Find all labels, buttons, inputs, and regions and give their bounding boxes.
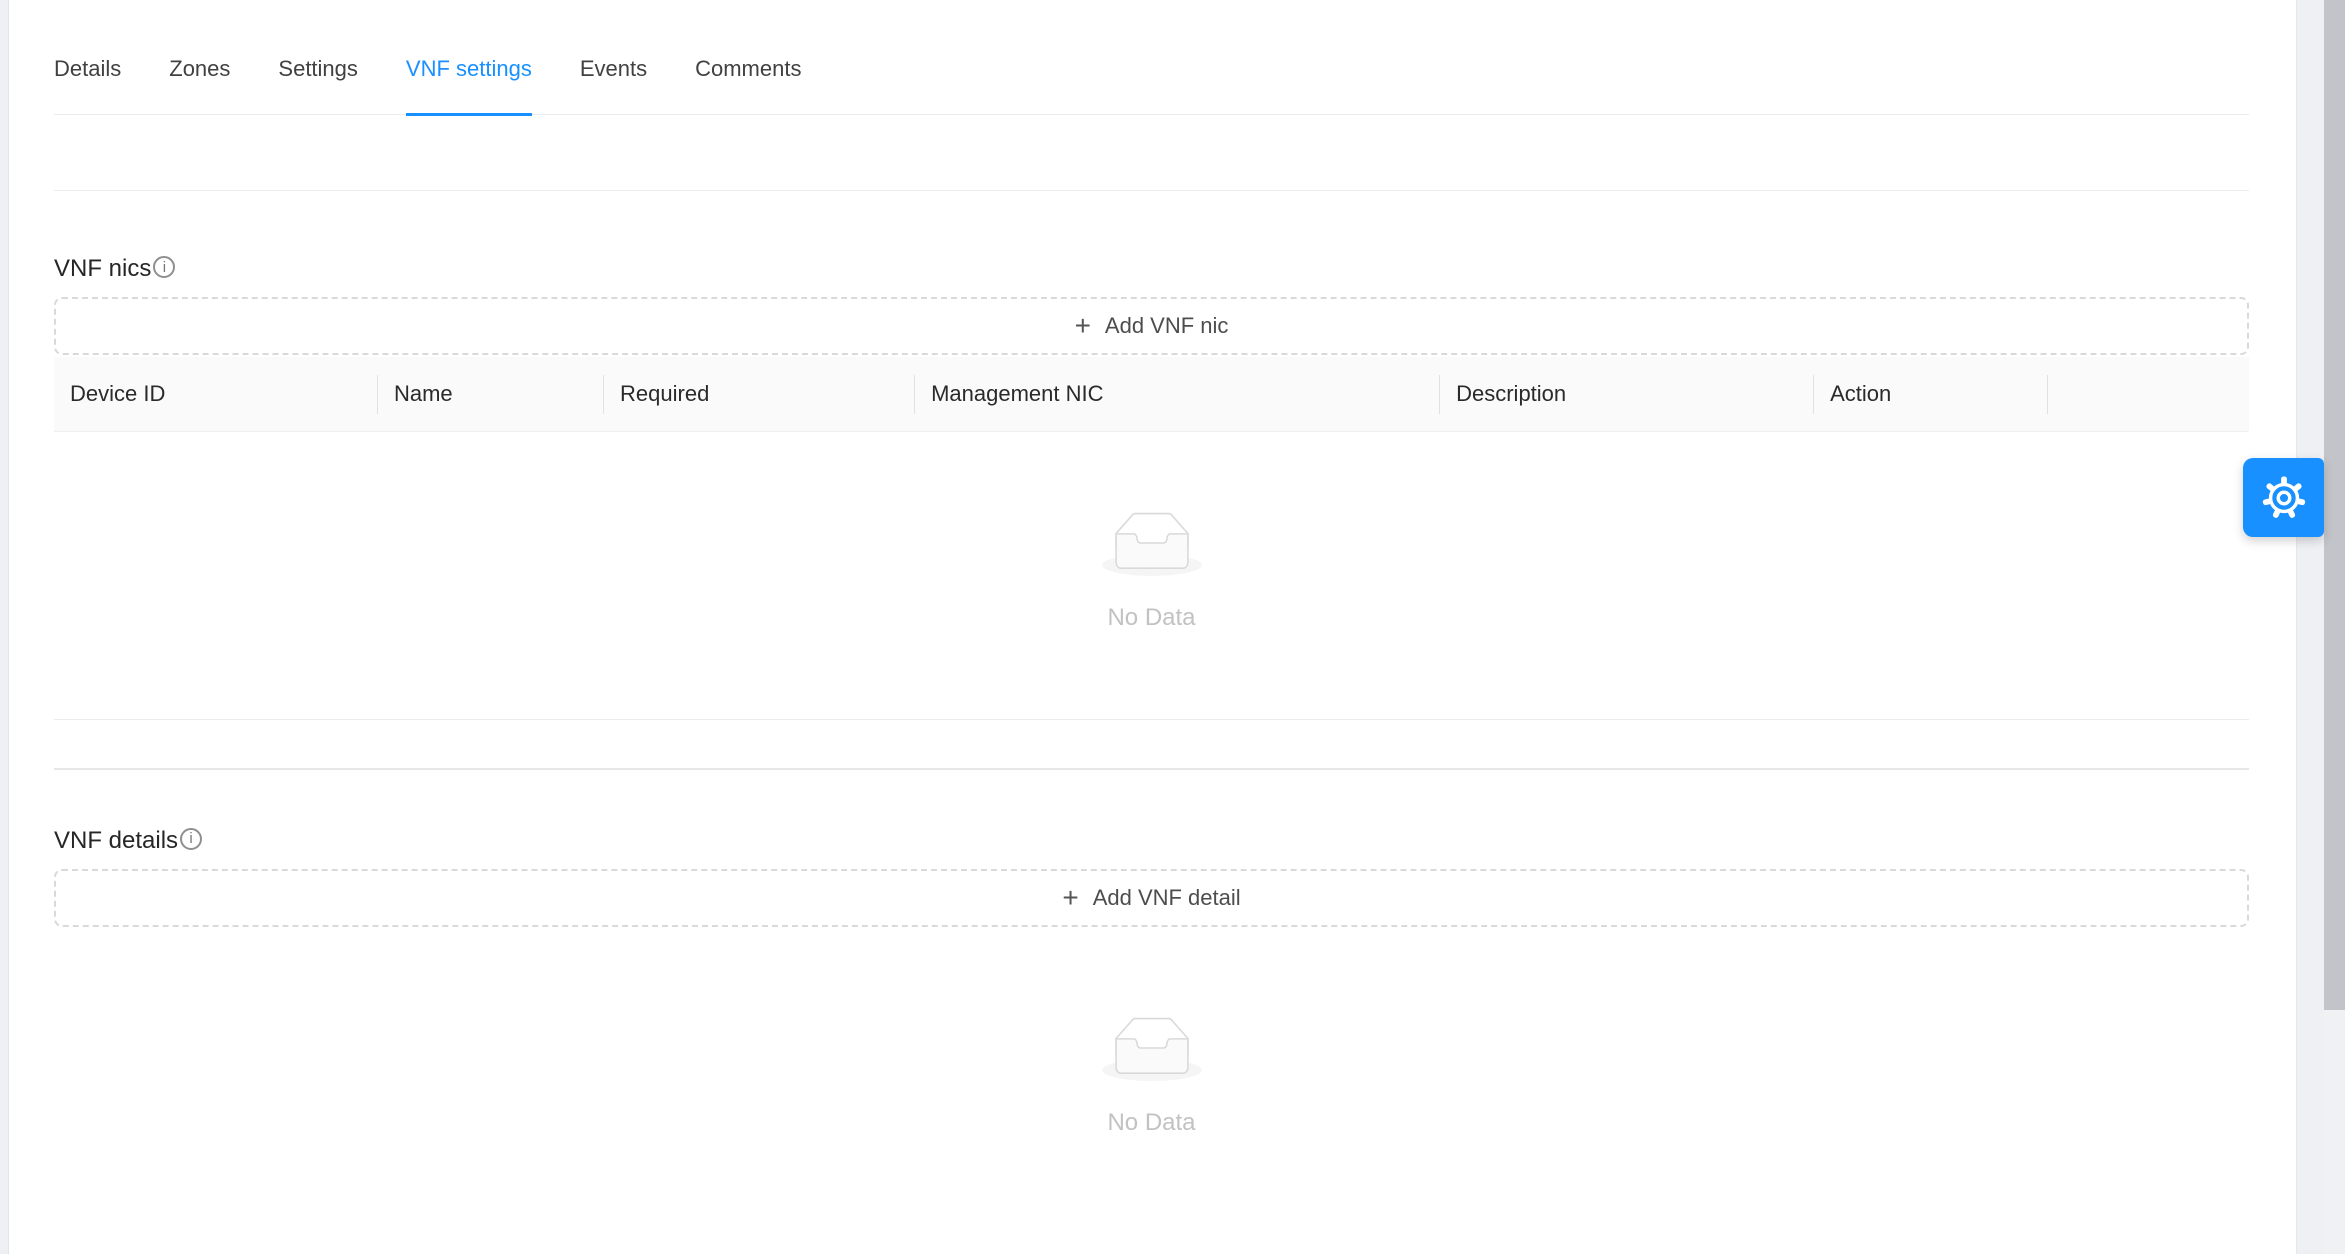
plus-icon: + xyxy=(1075,312,1091,340)
vnf-nics-header: VNF nics i xyxy=(54,254,2249,284)
column-header-required: Required xyxy=(604,357,915,432)
tab-bar: Details Zones Settings VNF settings Even… xyxy=(54,0,2249,115)
tab-zones[interactable]: Zones xyxy=(169,55,230,116)
settings-fab-button[interactable] xyxy=(2243,458,2324,537)
section-divider xyxy=(54,190,2249,191)
no-data-text: No Data xyxy=(1107,1109,1195,1138)
scrollbar[interactable] xyxy=(2324,0,2345,1254)
tab-settings[interactable]: Settings xyxy=(278,55,358,116)
gear-icon xyxy=(2261,475,2307,521)
column-header-device-id: Device ID xyxy=(54,357,378,432)
vnf-nics-table-header: Device ID Name Required Management NIC D… xyxy=(54,357,2249,432)
empty-box-icon xyxy=(1102,1017,1202,1081)
add-vnf-detail-button[interactable]: + Add VNF detail xyxy=(54,869,2249,927)
empty-box-icon xyxy=(1102,512,1202,576)
page-right-gutter xyxy=(2296,0,2324,1254)
vnf-details-title: VNF details xyxy=(54,826,178,856)
column-header-empty xyxy=(2048,357,2249,432)
plus-icon: + xyxy=(1062,884,1078,912)
page-left-gutter xyxy=(0,0,9,1254)
tab-comments[interactable]: Comments xyxy=(695,55,801,116)
add-vnf-nic-button[interactable]: + Add VNF nic xyxy=(54,297,2249,355)
info-icon[interactable]: i xyxy=(153,256,175,278)
tab-vnf-settings[interactable]: VNF settings xyxy=(406,55,532,116)
info-icon[interactable]: i xyxy=(180,828,202,850)
vnf-details-header: VNF details i xyxy=(54,826,2249,856)
column-header-action: Action xyxy=(1814,357,2048,432)
no-data-text: No Data xyxy=(1107,604,1195,633)
column-header-name: Name xyxy=(378,357,604,432)
section-divider xyxy=(54,768,2249,770)
vnf-nics-empty-state: No Data xyxy=(54,432,2249,719)
add-vnf-nic-label: Add VNF nic xyxy=(1105,313,1229,339)
column-header-management-nic: Management NIC xyxy=(915,357,1440,432)
vnf-details-empty-state: No Data xyxy=(54,927,2249,1138)
main-content: Details Zones Settings VNF settings Even… xyxy=(54,0,2249,1138)
section-divider xyxy=(54,719,2249,720)
column-header-description: Description xyxy=(1440,357,1814,432)
scrollbar-thumb[interactable] xyxy=(2324,0,2345,1010)
vnf-nics-title: VNF nics xyxy=(54,254,151,284)
tab-events[interactable]: Events xyxy=(580,55,647,116)
tab-details[interactable]: Details xyxy=(54,55,121,116)
add-vnf-detail-label: Add VNF detail xyxy=(1093,885,1241,911)
